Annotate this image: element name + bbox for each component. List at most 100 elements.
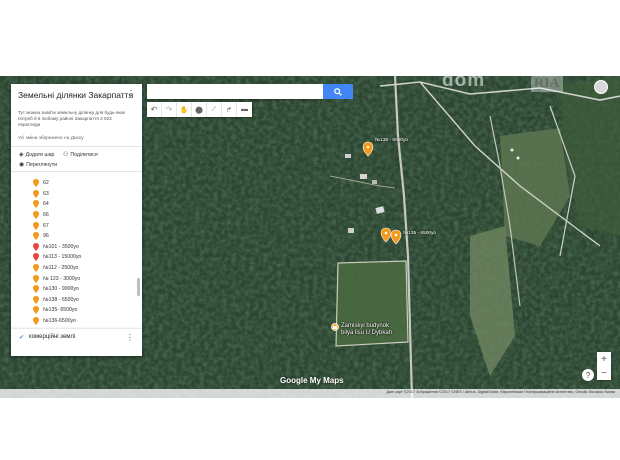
list-item-label: 96 (43, 233, 49, 240)
building-label-text: Zamiskyi budynok bilya lisu U Dybkah (341, 323, 393, 336)
list-item-label: №101 - 3500уо (43, 243, 79, 250)
list-item[interactable]: 63 (33, 189, 141, 200)
share-button[interactable]: ⚇ Поділитися (63, 151, 98, 159)
directions-button[interactable]: ↱ (222, 102, 237, 117)
eye-icon: ◉ (19, 162, 25, 168)
marker-icon (33, 242, 39, 251)
list-item[interactable]: 64 (33, 199, 141, 210)
scrollbar[interactable] (137, 278, 140, 296)
marker-list: 62 63 64 66 67 96 №101 - 3500уо №113 - 15000уо №… (33, 178, 141, 326)
marker-icon (33, 274, 39, 283)
list-item-label: 66 (43, 212, 49, 219)
avatar[interactable] (594, 80, 608, 94)
zoom-out-button[interactable]: − (597, 366, 611, 380)
list-item[interactable]: № 123 - 3000уо (33, 273, 141, 284)
marker-icon (33, 253, 39, 262)
list-item[interactable]: 66 (33, 210, 141, 221)
add-marker-button[interactable]: ⬤ (192, 102, 207, 117)
list-item[interactable]: №130 - 9000уо (33, 284, 141, 295)
marker-icon (33, 200, 39, 209)
marker-icon (33, 264, 39, 273)
preview-label: Переглянути (26, 161, 57, 168)
map-description: Тут можна знайти земельну ділянку для бу… (18, 110, 134, 128)
zoom-out-icon: − (601, 367, 607, 379)
layer-name[interactable]: комерційні землі (29, 334, 75, 340)
search-button[interactable] (323, 84, 353, 99)
list-item[interactable]: №135- 6500уо (33, 305, 141, 316)
layer-commercial: ✔ комерційні землі ⋮ (11, 329, 142, 356)
map-frame: dom RIA №136 - 6500уо №135 - 6500уо Zami… (0, 76, 620, 398)
share-label: Поділитися (70, 151, 98, 158)
attribution-text: Дані карт ©2017 Зображення ©2017 CNES / … (386, 390, 603, 394)
zoom-control: + − (597, 352, 611, 380)
list-item[interactable]: №101 - 3500уо (33, 242, 141, 253)
line-icon: ⟋ (211, 105, 217, 113)
building-marker[interactable] (331, 323, 339, 331)
watermark-ria: RIA (531, 76, 563, 92)
list-item-label: №136-6500уо (43, 318, 76, 325)
list-item[interactable]: №113 - 15000уо (33, 252, 141, 263)
marker-label-2: №135 - 6500уо (403, 231, 437, 236)
list-item[interactable]: 67 (33, 220, 141, 231)
more-vert-icon[interactable]: ⋮ (126, 333, 134, 342)
marker-icon (33, 189, 39, 198)
watermark-dom: dom (442, 76, 486, 91)
save-status: Усі зміни збережено на Диску (18, 136, 84, 141)
map-legend-panel: Земельні ділянки Закарпаття ⋮ Тут можна … (11, 84, 142, 356)
marker-icon: ⬤ (195, 106, 203, 114)
list-item-label: 67 (43, 222, 49, 229)
marker-icon (33, 295, 39, 304)
add-layer-label: Додати шар (25, 151, 55, 158)
marker-icon (33, 232, 39, 241)
search-icon (334, 87, 342, 96)
ruler-icon: ▬ (241, 106, 248, 113)
list-item[interactable]: №138 - 6500уо (33, 295, 141, 306)
hand-button[interactable]: ✋ (177, 102, 192, 117)
list-item-label: №130 - 9000уо (43, 286, 79, 293)
marker-icon (33, 317, 39, 326)
share-person-icon: ⚇ (63, 152, 69, 158)
directions-icon: ↱ (226, 106, 232, 114)
google-my-maps-logo: Google My Maps (280, 376, 344, 385)
help-icon: ? (585, 370, 591, 380)
ruler-button[interactable]: ▬ (237, 102, 252, 117)
list-item-label: № 123 - 3000уо (43, 275, 81, 282)
list-item[interactable]: 96 (33, 231, 141, 242)
help-button[interactable]: ? (582, 369, 594, 381)
map-toolbar: ↶ ↷ ✋ ⬤ ⟋ ↱ ▬ (147, 102, 252, 117)
list-item-label: 62 (43, 180, 49, 187)
undo-button[interactable]: ↶ (147, 102, 162, 117)
map-title[interactable]: Земельні ділянки Закарпаття (18, 90, 133, 100)
list-item[interactable]: 62 (33, 178, 141, 189)
terms-link[interactable]: Умови (604, 390, 615, 394)
attribution: Дані карт ©2017 Зображення ©2017 CNES / … (386, 390, 615, 394)
marker-icon (33, 211, 39, 220)
add-layer-button[interactable]: ◈ Додати шар (19, 151, 55, 159)
list-item[interactable]: №136-6500уо (33, 316, 141, 327)
list-item-label: 63 (43, 190, 49, 197)
building-label: Zamiskyi budynok bilya lisu U Dybkah (341, 323, 401, 337)
zoom-in-button[interactable]: + (597, 352, 611, 366)
map-footer: Дані карт ©2017 Зображення ©2017 CNES / … (0, 389, 620, 398)
draw-line-button[interactable]: ⟋ (207, 102, 222, 117)
list-item-label: №138 - 6500уо (43, 296, 79, 303)
marker-icon (33, 221, 39, 230)
list-item-label: №113 - 15000уо (43, 254, 82, 261)
hand-icon: ✋ (179, 106, 189, 114)
layer-checkbox-icon[interactable]: ✔ (19, 334, 24, 341)
layers-icon: ◈ (19, 152, 24, 158)
marker-icon (33, 179, 39, 188)
undo-icon: ↶ (150, 105, 158, 114)
list-item-label: №112 - 2500уо (43, 265, 79, 272)
marker-label-1: №136 - 6500уо (375, 138, 409, 143)
list-item[interactable]: №112 - 2500уо (33, 263, 141, 274)
zoom-in-icon: + (601, 353, 607, 365)
list-item-label: 64 (43, 201, 49, 208)
marker-icon (33, 285, 39, 294)
list-item-label: №135- 6500уо (43, 307, 78, 314)
redo-icon: ↷ (165, 105, 173, 114)
preview-button[interactable]: ◉ Переглянути (19, 161, 57, 169)
search-input[interactable] (147, 84, 323, 99)
redo-button[interactable]: ↷ (162, 102, 177, 117)
more-vert-icon[interactable]: ⋮ (126, 89, 136, 100)
